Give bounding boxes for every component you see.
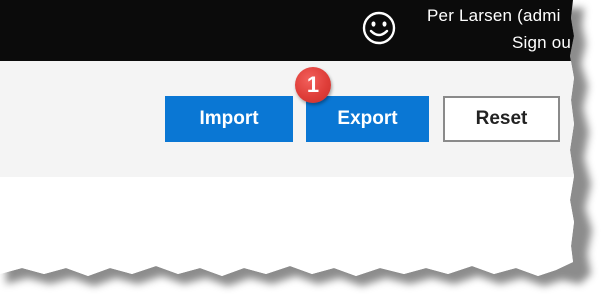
content-area <box>0 177 574 276</box>
step-callout-badge: 1 <box>295 67 331 103</box>
user-name-label: Per Larsen (admi <box>427 6 561 25</box>
import-button[interactable]: Import <box>165 96 293 142</box>
screenshot-panel: Per Larsen (admi Sign ou Import Export R… <box>0 0 574 276</box>
export-button[interactable]: Export <box>306 96 429 142</box>
sign-out-link[interactable]: Sign ou <box>512 33 571 53</box>
smiley-face-icon[interactable] <box>361 10 397 46</box>
top-navigation-bar: Per Larsen (admi Sign ou <box>0 0 574 61</box>
reset-button[interactable]: Reset <box>443 96 560 142</box>
screenshot-stage: Per Larsen (admi Sign ou Import Export R… <box>0 0 615 305</box>
